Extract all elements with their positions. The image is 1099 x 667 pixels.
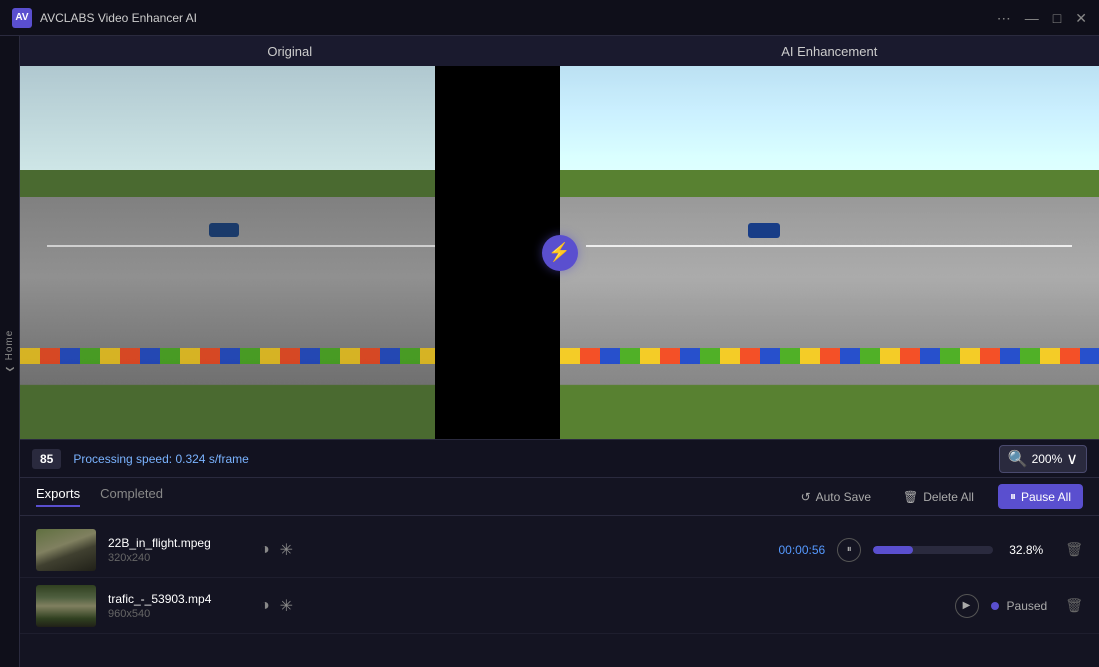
enhanced-video-frame xyxy=(560,66,1099,439)
delete-all-icon: 🗑 xyxy=(903,490,918,504)
original-video-pane xyxy=(20,66,560,439)
export-resolution-1: 320x240 xyxy=(108,552,248,564)
export-row: 22B_in_flight.mpeg 320x240 ◑ ✳ 00:00:56 … xyxy=(20,522,1099,578)
app-name: AVCLABS Video Enhancer AI xyxy=(40,11,197,25)
auto-save-button[interactable]: ↺ Auto Save xyxy=(793,486,879,508)
tabs-actions: ↺ Auto Save 🗑 Delete All ⏸ Pause All xyxy=(793,484,1083,509)
brightness-icon-1[interactable]: ◑ xyxy=(260,541,270,559)
delete-button-1[interactable]: 🗑 xyxy=(1065,541,1083,558)
minimize-button[interactable]: — xyxy=(1025,11,1039,25)
menu-icon[interactable]: ⋯ xyxy=(997,11,1011,25)
export-resolution-2: 960x540 xyxy=(108,608,248,620)
export-info-2: trafic_-_53903.mp4 960x540 xyxy=(108,592,248,620)
thumb-visual-2 xyxy=(36,585,96,627)
pause-icon-1: ⏸ xyxy=(847,544,852,555)
export-filename-2: trafic_-_53903.mp4 xyxy=(108,592,248,606)
export-pause-button-1[interactable]: ⏸ xyxy=(837,538,861,562)
export-thumb-1 xyxy=(36,529,96,571)
zoom-chevron-icon: ∨ xyxy=(1066,449,1078,469)
video-section: Original AI Enhancement xyxy=(20,36,1099,477)
progress-fill-1 xyxy=(873,546,912,554)
original-video-frame xyxy=(20,66,560,439)
enhanced-video-pane xyxy=(560,66,1099,439)
processing-bar: 85 Processing speed: 0.324 s/frame 🔍 200… xyxy=(20,439,1099,477)
export-row-2: trafic_-_53903.mp4 960x540 ◑ ✳ ▶ Paused … xyxy=(20,578,1099,634)
export-time-1: 00:00:56 xyxy=(765,543,825,557)
track-line-enhanced xyxy=(586,245,1072,247)
video-labels: Original AI Enhancement xyxy=(20,36,1099,66)
restore-button[interactable]: □ xyxy=(1053,11,1061,25)
delete-all-button[interactable]: 🗑 Delete All xyxy=(895,486,982,508)
export-info-1: 22B_in_flight.mpeg 320x240 xyxy=(108,536,248,564)
zoom-control[interactable]: 🔍 200% ∨ xyxy=(999,445,1087,473)
frame-counter: 85 xyxy=(32,449,61,469)
track-car-original xyxy=(209,223,239,237)
track-sky-enhanced xyxy=(560,66,1099,178)
bottom-panel: Exports Completed ↺ Auto Save 🗑 Delete A… xyxy=(20,477,1099,667)
export-controls-1: ◑ ✳ xyxy=(260,540,293,560)
video-container: ⚡ xyxy=(20,66,1099,439)
auto-save-icon: ↺ xyxy=(801,490,811,504)
export-list: 22B_in_flight.mpeg 320x240 ◑ ✳ 00:00:56 … xyxy=(20,516,1099,667)
lightning-icon: ⚡ xyxy=(548,242,570,263)
split-divider-button[interactable]: ⚡ xyxy=(542,235,578,271)
thumb-visual-1 xyxy=(36,529,96,571)
tab-completed[interactable]: Completed xyxy=(100,486,163,507)
brightness-icon-2[interactable]: ◑ xyxy=(260,597,270,615)
enhanced-track-visual xyxy=(560,66,1099,439)
export-controls-2: ◑ ✳ xyxy=(260,596,293,616)
enhanced-label: AI Enhancement xyxy=(560,44,1099,59)
speed-value: 0.324 xyxy=(175,452,205,466)
tab-exports[interactable]: Exports xyxy=(36,486,80,507)
effects-icon-2[interactable]: ✳ xyxy=(280,596,293,616)
tabs-left: Exports Completed xyxy=(36,486,163,507)
delete-button-2[interactable]: 🗑 xyxy=(1065,597,1083,614)
paused-label-2: Paused xyxy=(1007,599,1048,613)
export-filename-1: 22B_in_flight.mpeg xyxy=(108,536,248,550)
original-track-visual xyxy=(20,66,560,439)
sidebar-home-item[interactable]: ❮ Home xyxy=(4,330,15,372)
processing-speed: Processing speed: 0.324 s/frame xyxy=(73,452,248,466)
title-bar-controls: ⋯ — □ ✕ xyxy=(997,11,1087,25)
play-icon-2: ▶ xyxy=(963,600,971,611)
zoom-icon: 🔍 xyxy=(1008,449,1028,469)
pause-all-button[interactable]: ⏸ Pause All xyxy=(998,484,1083,509)
sidebar-home-label: Home xyxy=(4,330,15,361)
track-car-enhanced xyxy=(748,223,780,238)
title-bar: AV AVCLABS Video Enhancer AI ⋯ — □ ✕ xyxy=(0,0,1099,36)
sidebar[interactable]: ❮ Home xyxy=(0,36,20,667)
logo-text: AV xyxy=(15,12,28,23)
export-play-button-2[interactable]: ▶ xyxy=(955,594,979,618)
pause-all-icon: ⏸ xyxy=(1010,489,1016,504)
main-content: Original AI Enhancement xyxy=(20,36,1099,667)
progress-bar-1 xyxy=(873,546,993,554)
title-bar-left: AV AVCLABS Video Enhancer AI xyxy=(12,8,197,28)
sidebar-chevron-icon: ❮ xyxy=(5,365,14,373)
progress-label-1: 32.8% xyxy=(1005,543,1047,557)
app-logo: AV xyxy=(12,8,32,28)
effects-icon-1[interactable]: ✳ xyxy=(280,540,293,560)
close-button[interactable]: ✕ xyxy=(1075,11,1087,25)
paused-dot-2 xyxy=(991,602,999,610)
track-banners-enhanced xyxy=(560,348,1099,364)
export-thumb-2 xyxy=(36,585,96,627)
tabs-bar: Exports Completed ↺ Auto Save 🗑 Delete A… xyxy=(20,478,1099,516)
zoom-value: 200% xyxy=(1032,452,1063,466)
original-label: Original xyxy=(20,44,560,59)
paused-progress-2: Paused xyxy=(991,599,1048,613)
